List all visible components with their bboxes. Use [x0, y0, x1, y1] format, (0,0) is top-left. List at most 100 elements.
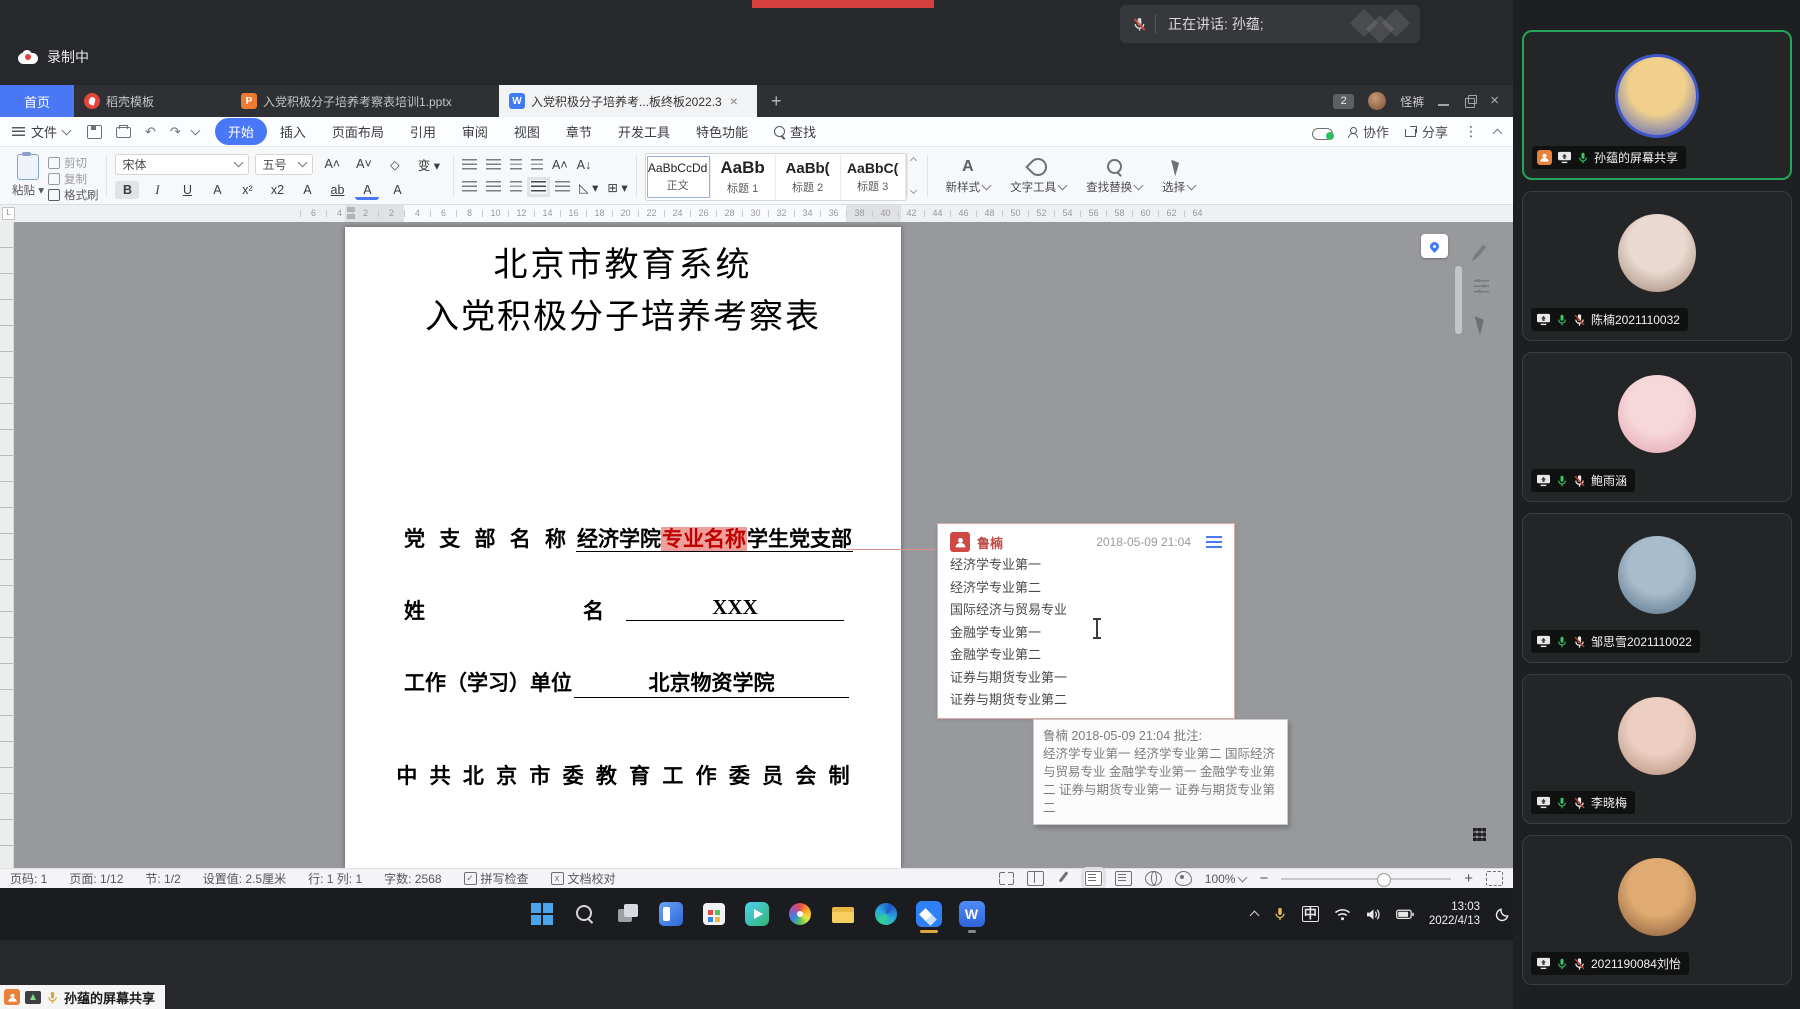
- style-标题 1[interactable]: AaBb标题 1: [711, 155, 776, 199]
- grid-view-icon[interactable]: [1473, 828, 1486, 841]
- tab-stop-selector[interactable]: L: [2, 207, 15, 220]
- window-count-badge[interactable]: 2: [1333, 94, 1354, 109]
- participant-tile[interactable]: 邹思雪2021110022: [1522, 513, 1792, 663]
- restore-button[interactable]: [1464, 95, 1476, 107]
- document-page[interactable]: 北京市教育系统 入党积极分子培养考察表 党 支 部 名 称经济学院专业名称学生党…: [345, 227, 901, 868]
- battery-icon[interactable]: [1396, 909, 1414, 920]
- adjust-sliders-icon[interactable]: [1474, 280, 1489, 293]
- subscript-button[interactable]: x2: [265, 181, 289, 199]
- more-menu-icon[interactable]: ⋮: [1464, 123, 1478, 140]
- close-button[interactable]: ×: [1490, 95, 1499, 107]
- ribbon-tab-页面布局[interactable]: 页面布局: [319, 118, 397, 145]
- align-left-icon[interactable]: [462, 181, 477, 193]
- status-item[interactable]: 页面: 1/12: [69, 870, 123, 887]
- indent-decrease-icon[interactable]: [510, 159, 522, 171]
- find-menu[interactable]: 查找: [774, 122, 816, 141]
- numbering-icon[interactable]: [486, 159, 501, 171]
- char-border-button[interactable]: A: [295, 181, 319, 199]
- zoom-slider-knob[interactable]: [1377, 873, 1391, 887]
- style-正文[interactable]: AaBbCcDd正文: [646, 155, 711, 199]
- new-style-button[interactable]: A 新样式: [936, 152, 1001, 200]
- grow-font-button[interactable]: A˄: [319, 155, 345, 173]
- paste-button[interactable]: 粘贴 ▾: [8, 152, 48, 200]
- participant-tile[interactable]: 孙蕴的屏幕共享: [1522, 30, 1792, 180]
- undo-icon[interactable]: ↶: [145, 124, 156, 140]
- font-color-a-button[interactable]: A: [205, 181, 229, 199]
- ink-mode-icon[interactable]: [1057, 872, 1072, 885]
- highlight-button[interactable]: A: [385, 181, 409, 199]
- find-replace-button[interactable]: 查找替换: [1076, 152, 1152, 200]
- share-button[interactable]: 分享: [1405, 122, 1448, 141]
- vertical-scrollbar[interactable]: [1455, 266, 1462, 334]
- style-标题 2[interactable]: AaBb(标题 2: [776, 155, 841, 199]
- wps-tab-home[interactable]: 首页: [0, 85, 74, 117]
- status-item[interactable]: 行: 1 列: 1: [308, 870, 362, 887]
- wifi-icon[interactable]: [1334, 908, 1351, 921]
- close-tab-icon[interactable]: ×: [730, 93, 738, 109]
- align-right-icon[interactable]: [510, 181, 522, 193]
- store-icon[interactable]: [701, 901, 727, 927]
- italic-button[interactable]: I: [145, 181, 169, 200]
- horizontal-ruler[interactable]: 6422468101214161820222426283032343638404…: [0, 205, 1513, 223]
- line-spacing-icon[interactable]: [555, 181, 570, 193]
- eye-protect-icon[interactable]: [1175, 871, 1192, 886]
- tray-expand-icon[interactable]: [1249, 911, 1259, 921]
- comment-card[interactable]: 鲁楠 2018-05-09 21:04 经济学专业第一经济学专业第二国际经济与贸…: [937, 523, 1235, 719]
- search-icon[interactable]: [572, 901, 598, 927]
- font-size-select[interactable]: 五号: [255, 154, 313, 175]
- clear-format-button[interactable]: ◇: [383, 155, 407, 174]
- participant-tile[interactable]: 陈楠2021110032: [1522, 191, 1792, 341]
- zoom-slider[interactable]: [1281, 878, 1451, 880]
- font-name-select[interactable]: 宋体: [115, 154, 249, 175]
- input-method-indicator[interactable]: 中: [1302, 906, 1319, 922]
- ribbon-tab-插入[interactable]: 插入: [267, 118, 319, 145]
- copy-button[interactable]: 复制: [48, 171, 99, 187]
- fullscreen-icon[interactable]: [999, 872, 1014, 885]
- tencent-meeting-icon[interactable]: [916, 901, 942, 927]
- format-painter-button[interactable]: 格式刷: [48, 187, 99, 203]
- pinyin-button[interactable]: 变 ▾: [413, 153, 445, 176]
- navigation-pin-button[interactable]: [1421, 234, 1448, 258]
- zoom-out-button[interactable]: −: [1259, 870, 1268, 887]
- ribbon-tab-特色功能[interactable]: 特色功能: [683, 118, 761, 145]
- ribbon-tab-引用[interactable]: 引用: [397, 118, 449, 145]
- style-标题 3[interactable]: AaBbC(标题 3: [841, 155, 906, 199]
- task-view-icon[interactable]: [615, 901, 641, 927]
- web-layout-icon[interactable]: [1145, 871, 1162, 886]
- start-icon[interactable]: [529, 901, 555, 927]
- taskbar-clock[interactable]: 13:032022/4/13: [1429, 900, 1480, 928]
- font-color-button[interactable]: A: [355, 181, 379, 200]
- char-scale-button[interactable]: A˄: [552, 158, 568, 172]
- shrink-font-button[interactable]: A˅: [351, 155, 377, 173]
- wps-tab-doc[interactable]: 入党积极分子培养考...板终板2022.3×: [499, 85, 757, 117]
- edge-icon[interactable]: [873, 901, 899, 927]
- fit-page-icon[interactable]: [1486, 871, 1503, 886]
- status-item[interactable]: 节: 1/2: [145, 870, 180, 887]
- participant-tile[interactable]: 李晓梅: [1522, 674, 1792, 824]
- file-explorer-icon[interactable]: [830, 901, 856, 927]
- border-button[interactable]: ⊞ ▾: [607, 180, 627, 195]
- strike-button[interactable]: ab: [325, 181, 349, 199]
- zoom-level[interactable]: 100%: [1205, 872, 1247, 886]
- account-name[interactable]: 怪裤: [1400, 93, 1424, 110]
- account-avatar[interactable]: [1368, 92, 1386, 110]
- minimize-button[interactable]: [1438, 95, 1450, 107]
- print-layout-icon[interactable]: [1085, 871, 1102, 886]
- style-gallery-scroll[interactable]: [907, 152, 919, 196]
- cloud-sync-icon[interactable]: [1312, 125, 1332, 138]
- vertical-ruler[interactable]: [0, 222, 14, 868]
- status-item[interactable]: 页码: 1: [10, 870, 47, 887]
- ink-pen-icon[interactable]: [1474, 244, 1487, 258]
- doc-proof-toggle[interactable]: x文档校对: [551, 870, 616, 887]
- align-center-icon[interactable]: [486, 181, 501, 193]
- collapse-ribbon-icon[interactable]: [1493, 128, 1503, 138]
- pointer-tool-icon[interactable]: [1474, 313, 1492, 336]
- spell-check-toggle[interactable]: ✓拼写检查: [464, 870, 529, 887]
- two-page-view-icon[interactable]: [1027, 871, 1044, 886]
- new-tab-button[interactable]: +: [771, 85, 782, 117]
- indent-marker[interactable]: [347, 207, 355, 219]
- ribbon-tab-开始[interactable]: 开始: [215, 118, 267, 145]
- cut-button[interactable]: 剪切: [48, 155, 99, 171]
- media-player-icon[interactable]: [744, 901, 770, 927]
- file-menu[interactable]: 文件: [12, 122, 70, 141]
